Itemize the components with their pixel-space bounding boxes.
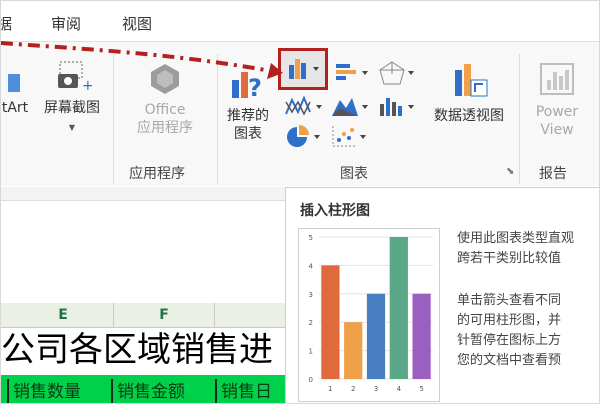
tooltip-line-6: 您的文档中查看预 (457, 353, 562, 368)
y-tick-label: 5 (309, 234, 313, 242)
group-label-charts: 图表 (340, 166, 368, 182)
tooltip-line-1: 使用此图表类型直观 (457, 231, 575, 246)
sheet-title-cell[interactable]: 公司各区域销售进 (1, 327, 285, 373)
preview-chart: 0 1 2 3 4 5 1 2 3 4 5 (309, 234, 433, 393)
chart-preview: 0 1 2 3 4 5 1 2 3 4 5 (298, 228, 440, 402)
pie-chart-icon (287, 125, 320, 147)
x-tick-label: 2 (351, 385, 355, 393)
column-header-g[interactable] (215, 303, 286, 328)
y-tick-label: 3 (309, 291, 313, 299)
annotation-arrow (1, 41, 283, 79)
preview-bar (366, 293, 386, 379)
preview-bar (344, 322, 363, 379)
tooltip-line-5: 针暂停在图标上方 (457, 333, 562, 348)
x-tick-label: 4 (397, 385, 402, 393)
tooltip-title: 插入柱形图 (300, 203, 370, 219)
tooltip-line-4: 的可用柱形图，并 (457, 313, 562, 328)
office-label-2: 应用程序 (137, 120, 193, 136)
recommended-label-2: 图表 (234, 126, 262, 142)
column-header-e[interactable]: E (13, 303, 114, 328)
excel-window: 据 审阅 视图 tArt + 屏幕截图 ▼ (0, 0, 600, 404)
insert-pie-chart-button[interactable] (284, 124, 328, 150)
column-header-f[interactable]: F (114, 303, 215, 328)
tooltip-line-2: 跨若干类别比较值 (457, 251, 562, 266)
cell-sales-qty[interactable]: 销售数量 (7, 379, 111, 403)
preview-bar (412, 293, 431, 379)
x-tick-label: 1 (328, 385, 332, 393)
group-label-reports: 报告 (539, 166, 567, 182)
y-tick-label: 4 (309, 262, 314, 270)
cell-sales-amount[interactable]: 销售金额 (111, 379, 215, 403)
preview-bar (389, 237, 408, 379)
group-label-apps: 应用程序 (129, 166, 185, 182)
dialog-launcher-icon[interactable]: ⬊ (506, 166, 514, 177)
x-tick-label: 5 (419, 385, 423, 393)
header-row: 销售数量 销售金额 销售日 (1, 375, 285, 403)
chevron-down-icon: ▼ (68, 123, 76, 132)
y-tick-label: 0 (309, 376, 313, 384)
x-tick-label: 3 (374, 385, 378, 393)
cell-sales-date[interactable]: 销售日 (215, 379, 285, 403)
y-tick-label: 1 (309, 348, 313, 356)
preview-bar (321, 265, 340, 379)
power-view-label-2: View (540, 122, 574, 138)
tooltip-line-3: 单击箭头查看不同 (457, 293, 562, 308)
insert-scatter-chart-button[interactable] (330, 124, 374, 150)
y-tick-label: 2 (309, 319, 313, 327)
scatter-chart-icon (332, 126, 366, 147)
column-chart-tooltip: 插入柱形图 0 1 2 3 4 5 1 2 3 4 5 使用此图表类型直观 跨若干类别比较值 单击箭… (285, 187, 599, 403)
